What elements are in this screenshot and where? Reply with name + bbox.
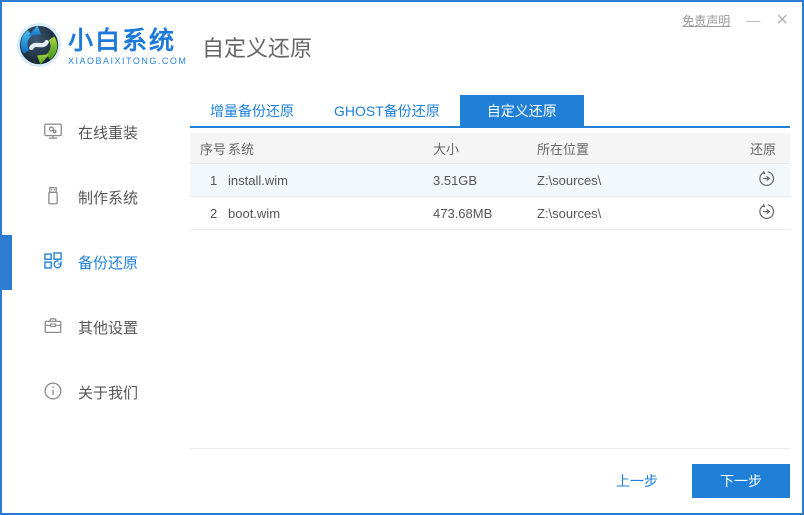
cell-size: 473.68MB bbox=[433, 205, 493, 221]
column-header-restore: 还原 bbox=[749, 141, 776, 157]
logo-subtitle: XIAOBAIXITONG.COM bbox=[68, 56, 188, 67]
logo-sync-icon bbox=[16, 22, 62, 73]
cell-location: Z:\sources\ bbox=[537, 172, 602, 188]
cell-location: Z:\sources\ bbox=[537, 205, 602, 221]
sidebar-item-other-settings[interactable]: 其他设置 bbox=[2, 295, 186, 360]
minimize-button[interactable]: — bbox=[746, 13, 760, 27]
column-header-size: 大小 bbox=[433, 141, 460, 157]
cell-index: 1 bbox=[210, 172, 218, 188]
tab-bar: 增量备份还原 GHOST备份还原 自定义还原 bbox=[190, 95, 790, 128]
tab-custom-restore[interactable]: 自定义还原 bbox=[459, 95, 584, 128]
cell-system: boot.wim bbox=[228, 205, 281, 221]
column-header-system: 系统 bbox=[228, 141, 255, 157]
toolbox-icon bbox=[42, 315, 64, 341]
sidebar-item-backup-restore[interactable]: 备份还原 bbox=[2, 230, 186, 295]
tab-ghost-backup-restore[interactable]: GHOST备份还原 bbox=[314, 95, 460, 128]
table-header-row: 序号 系统 大小 所在位置 还原 bbox=[190, 133, 790, 164]
tab-incremental-backup-restore[interactable]: 增量备份还原 bbox=[190, 95, 314, 128]
sidebar-item-label: 制作系统 bbox=[78, 190, 139, 207]
logo-text: 小白系统 XIAOBAIXITONG.COM bbox=[68, 26, 188, 67]
usb-drive-icon bbox=[42, 185, 64, 211]
sidebar-item-make-system[interactable]: 制作系统 bbox=[2, 165, 186, 230]
cell-size: 3.51GB bbox=[433, 172, 478, 188]
next-step-button[interactable]: 下一步 bbox=[692, 464, 790, 498]
restore-arrow-icon bbox=[757, 202, 776, 224]
monitor-icon bbox=[42, 120, 64, 146]
cell-index: 2 bbox=[210, 205, 218, 221]
cell-system: install.wim bbox=[228, 172, 288, 188]
titlebar-controls: 免责声明 — × bbox=[682, 10, 788, 30]
sidebar-item-label: 备份还原 bbox=[78, 255, 139, 272]
main-content: 增量备份还原 GHOST备份还原 自定义还原 序号 系统 大小 所在位置 还原 … bbox=[186, 92, 802, 513]
backup-grid-icon bbox=[42, 250, 64, 276]
restore-button[interactable] bbox=[757, 202, 776, 224]
table-row: 1 install.wim 3.51GB Z:\sources\ bbox=[190, 164, 790, 197]
window-body: 在线重装 制作系统 备份还原 其他设置 关于我们 增量备份还原 GHOST备份还… bbox=[2, 92, 802, 513]
sidebar-item-label: 在线重装 bbox=[78, 125, 139, 142]
restore-files-table: 序号 系统 大小 所在位置 还原 1 install.wim 3.51GB Z:… bbox=[190, 133, 790, 230]
sidebar-item-label: 其他设置 bbox=[78, 320, 139, 337]
info-icon bbox=[42, 380, 64, 406]
previous-step-button[interactable]: 上一步 bbox=[616, 471, 658, 491]
app-window: 免责声明 — × 小白系统 XIAOBAIXITONG.COM 自定义还原 在线… bbox=[0, 0, 804, 515]
page-title: 自定义还原 bbox=[202, 36, 313, 61]
column-header-location: 所在位置 bbox=[537, 141, 590, 157]
column-header-index: 序号 bbox=[200, 141, 227, 157]
restore-button[interactable] bbox=[757, 169, 776, 191]
sidebar: 在线重装 制作系统 备份还原 其他设置 关于我们 bbox=[2, 92, 186, 513]
restore-arrow-icon bbox=[757, 169, 776, 191]
app-logo: 小白系统 XIAOBAIXITONG.COM bbox=[2, 22, 186, 73]
sidebar-item-label: 关于我们 bbox=[78, 385, 139, 402]
wizard-footer: 上一步 下一步 bbox=[190, 448, 790, 513]
sidebar-item-online-reinstall[interactable]: 在线重装 bbox=[2, 100, 186, 165]
table-row: 2 boot.wim 473.68MB Z:\sources\ bbox=[190, 197, 790, 230]
sidebar-item-about-us[interactable]: 关于我们 bbox=[2, 360, 186, 425]
disclaimer-link[interactable]: 免责声明 bbox=[682, 12, 730, 29]
logo-title: 小白系统 bbox=[68, 26, 177, 55]
close-button[interactable]: × bbox=[776, 10, 788, 30]
active-indicator-bar bbox=[2, 235, 12, 290]
